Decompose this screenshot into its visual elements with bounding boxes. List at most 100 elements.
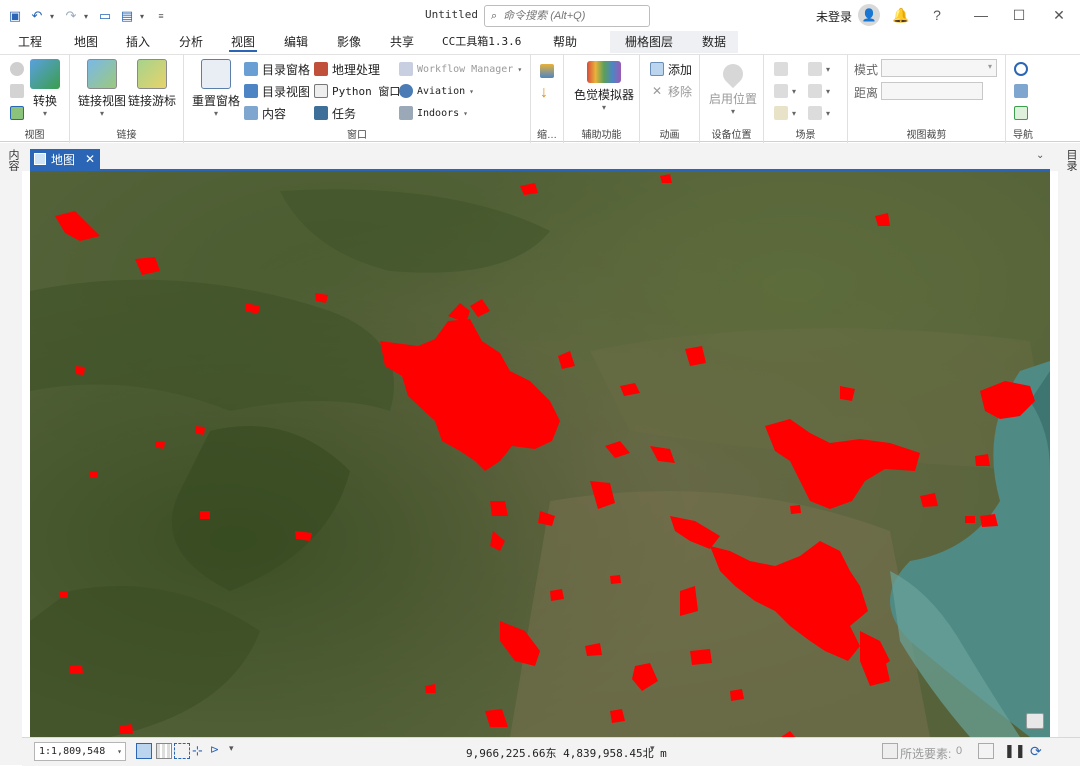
customize-qat-icon[interactable]: ≡	[152, 7, 170, 25]
project-icon[interactable]: ▣	[6, 7, 24, 25]
left-side-panel-strip: 内容	[0, 143, 22, 765]
tab-raster-layer[interactable]: 栅格图层	[623, 34, 675, 52]
command-search-input[interactable]	[503, 10, 634, 22]
snapping-icon[interactable]	[174, 743, 190, 759]
fixed-zoom-icon[interactable]	[136, 743, 152, 759]
redo-dropdown-icon[interactable]: ▾	[84, 12, 92, 21]
zoom-extent-icon[interactable]	[1014, 103, 1028, 123]
coordinate-format-chevron-icon[interactable]: ▾	[650, 743, 666, 759]
tab-analysis[interactable]: 分析	[177, 34, 205, 52]
user-avatar-icon[interactable]: 👤	[858, 4, 880, 26]
catalog-pane-button[interactable]: 目录窗格	[244, 59, 310, 79]
link-cursors-icon	[137, 59, 167, 89]
undo-icon[interactable]: ↶	[28, 7, 46, 25]
link-cursors-button[interactable]: 链接游标	[128, 59, 176, 109]
notification-bell-icon[interactable]: 🔔	[892, 6, 910, 24]
save-dropdown-icon[interactable]: ▾	[140, 12, 148, 21]
scale-selector[interactable]: 1:1,809,548 ▾	[34, 742, 126, 761]
remove-animation-button[interactable]: ✕ 移除	[650, 81, 692, 101]
camera-icon[interactable]	[1014, 81, 1028, 101]
tab-insert[interactable]: 插入	[124, 34, 152, 52]
tab-list-chevron-icon[interactable]: ⌄	[1036, 150, 1044, 161]
color-list-icon[interactable]	[540, 61, 554, 81]
link-views-button[interactable]: 链接视图 ▾	[78, 59, 126, 118]
color-simulator-button[interactable]: 色觉模拟器 ▾	[574, 61, 634, 112]
distance-label: 距离	[854, 86, 879, 100]
catalog-pane-icon	[244, 62, 258, 76]
redo-icon[interactable]: ↷	[62, 7, 80, 25]
side-tab-contents[interactable]: 内容	[5, 149, 21, 171]
arrow-down-icon[interactable]: ↓	[540, 83, 548, 103]
mode-label: 模式	[854, 63, 879, 77]
distance-field[interactable]	[881, 82, 983, 100]
toolbox-icon	[314, 62, 328, 76]
tab-map[interactable]: 地图	[72, 34, 100, 52]
minimize-icon[interactable]: —	[972, 6, 990, 24]
clear-selection-icon[interactable]	[978, 743, 994, 759]
window-title: Untitled	[425, 8, 478, 21]
close-icon[interactable]: ✕	[1050, 6, 1068, 24]
contents-button[interactable]: 内容	[244, 103, 286, 123]
map-view[interactable]	[30, 171, 1050, 737]
command-search[interactable]: ⌕	[484, 5, 650, 27]
tab-help[interactable]: 帮助	[551, 34, 579, 52]
add-animation-button[interactable]: 添加	[650, 59, 692, 79]
convert-button[interactable]: 转换 ▾	[30, 59, 60, 118]
scene-tool-6-icon[interactable]: ▾	[808, 103, 830, 123]
pause-draw-icon[interactable]: ⊳	[210, 743, 226, 759]
group-label-view: 视图	[24, 130, 45, 141]
group-label-view-clip: 视图裁剪	[906, 130, 947, 141]
tab-view[interactable]: 视图	[229, 34, 258, 52]
help-icon[interactable]: ?	[928, 6, 946, 24]
indoors-button[interactable]: Indoors ▾	[399, 103, 468, 123]
pause-icon[interactable]: ❚❚	[1004, 743, 1026, 759]
open-folder-icon[interactable]: ▭	[96, 7, 114, 25]
group-label-window: 窗口	[347, 130, 367, 141]
crosshair-icon[interactable]: ⊹	[192, 743, 208, 759]
mode-select[interactable]: ▾	[881, 59, 997, 77]
workflow-manager-button[interactable]: Workflow Manager ▾	[399, 59, 522, 79]
aviation-button[interactable]: Aviation ▾	[399, 81, 474, 101]
tab-share[interactable]: 共享	[388, 34, 416, 52]
side-tab-catalog[interactable]: 目录	[1063, 149, 1079, 171]
save-icon[interactable]: ▤	[118, 7, 136, 25]
enable-location-button[interactable]: 启用位置 ▾	[709, 59, 757, 116]
scene-tool-1-icon[interactable]	[774, 59, 788, 79]
map-document-tab[interactable]: 地图 ✕	[30, 149, 100, 169]
convert-icon	[30, 59, 60, 89]
document-tab-strip	[0, 143, 1080, 171]
scene-view-icon[interactable]	[10, 81, 24, 101]
tab-project[interactable]: 工程	[16, 34, 44, 52]
catalog-view-button[interactable]: 目录视图	[244, 81, 310, 101]
globe-view-icon[interactable]	[10, 59, 24, 79]
aviation-icon	[399, 84, 413, 98]
maximize-icon[interactable]: ☐	[1010, 6, 1028, 24]
chevron-down-icon: ▾	[469, 86, 474, 96]
tab-cc-toolbox[interactable]: CC工具箱1.3.6	[440, 34, 523, 52]
convert-label: 转换	[32, 94, 57, 108]
workflow-icon	[399, 62, 413, 76]
ribbon-group-navigate: 导航	[1006, 55, 1040, 143]
undo-dropdown-icon[interactable]: ▾	[50, 12, 58, 21]
geoprocessing-button[interactable]: 地理处理	[314, 59, 380, 79]
reset-panes-label: 重置窗格	[192, 94, 241, 108]
refresh-icon[interactable]: ⟳	[1030, 743, 1046, 759]
scene-tool-4-icon[interactable]: ▾	[808, 81, 830, 101]
tasks-button[interactable]: 任务	[314, 103, 356, 123]
chevron-down-icon: ▾	[731, 107, 736, 116]
reset-panes-button[interactable]: 重置窗格 ▾	[192, 59, 240, 118]
scene-tool-5-icon[interactable]: ▾	[774, 103, 796, 123]
tab-edit[interactable]: 编辑	[282, 34, 310, 52]
notification-panel-icon[interactable]	[1026, 713, 1044, 729]
scene-tool-3-icon[interactable]: ▾	[774, 81, 796, 101]
map-view-icon[interactable]	[10, 103, 24, 123]
navigator-icon[interactable]	[1014, 59, 1028, 79]
close-tab-icon[interactable]: ✕	[85, 152, 95, 166]
python-window-button[interactable]: Python 窗口	[314, 81, 400, 101]
scene-tool-2-icon[interactable]: ▾	[808, 59, 830, 79]
tab-imagery[interactable]: 影像	[335, 34, 363, 52]
chevron-down-icon[interactable]: ▾	[229, 743, 245, 759]
tab-data[interactable]: 数据	[700, 34, 728, 52]
grid-icon[interactable]	[156, 743, 172, 759]
signin-status[interactable]: 未登录	[816, 8, 852, 25]
